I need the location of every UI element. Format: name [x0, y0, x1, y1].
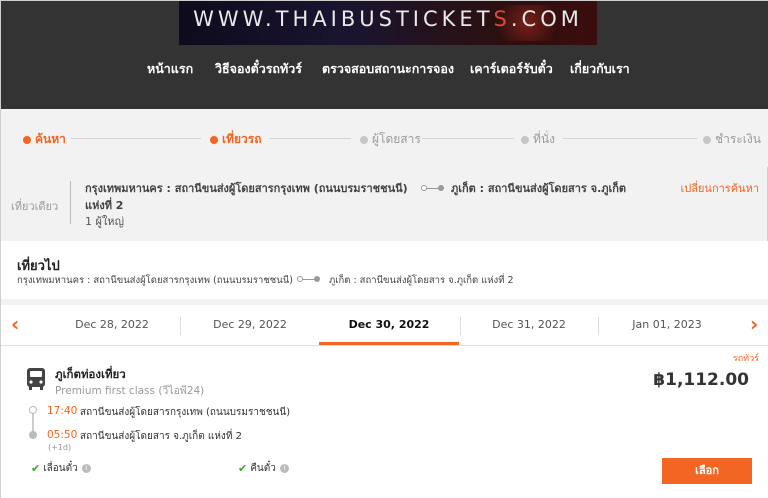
nav-home[interactable]: หน้าแรก	[147, 59, 193, 79]
step-dot	[521, 135, 529, 144]
arrive-time: 05:50	[47, 429, 78, 441]
step-payment: ชำระเงิน	[703, 130, 761, 149]
route-connector-icon	[297, 276, 321, 282]
date-tab[interactable]: Dec 28, 2022	[43, 305, 181, 345]
info-icon[interactable]: i	[81, 464, 91, 473]
date-tab-selected[interactable]: Dec 30, 2022	[320, 305, 458, 345]
summary-divider	[70, 181, 71, 224]
trip-type: เที่ยวเดียว	[11, 200, 59, 213]
check-icon: ✔	[238, 462, 248, 475]
bus-icon	[27, 368, 45, 390]
info-icon[interactable]: i	[279, 464, 289, 473]
feature-reschedule: ✔ เลื่อนตั๋ว i	[31, 461, 91, 476]
outbound-to: ภูเก็ต : สถานีขนส่งผู้โดยสาร จ.ภูเก็ต แห…	[329, 275, 514, 286]
route-connector-icon	[421, 185, 444, 191]
date-tab[interactable]: Jan 01, 2023	[598, 305, 736, 345]
tour-bus-tag: รถทัวร์	[732, 354, 759, 364]
site-logo[interactable]: WWW.THAIBUSTICKETS.COM	[179, 1, 597, 45]
arrive-stop: สถานีขนส่งผู้โดยสาร จ.ภูเก็ต แห่งที่ 2	[80, 431, 242, 442]
arrive-dot-icon	[29, 431, 37, 439]
date-tab[interactable]: Dec 31, 2022	[460, 305, 598, 345]
step-connector	[71, 138, 201, 139]
step-connector	[269, 138, 351, 139]
step-connector	[422, 138, 514, 139]
date-tab[interactable]: Dec 29, 2022	[181, 305, 319, 345]
summary-to: ภูเก็ต : สถานีขนส่งผู้โดยสาร จ.ภูเก็ต	[451, 182, 627, 195]
depart-time: 17:40	[47, 405, 78, 417]
summary-from: กรุงเทพมหานคร : สถานีขนส่งผู้โดยสารกรุงเ…	[85, 182, 408, 195]
bus-class: Premium first class (วีไอพี24)	[55, 385, 205, 397]
depart-stop: สถานีขนส่งผู้โดยสารกรุงเทพ (ถนนบรมราชชนน…	[80, 407, 291, 418]
trip-price: ฿1,112.00	[653, 370, 749, 390]
logo-text: WWW.THAIBUSTICKETS.COM	[193, 7, 583, 31]
step-dot	[703, 135, 711, 144]
depart-dot-icon	[29, 406, 37, 414]
nav-ticket-counter[interactable]: เคาร์เตอร์รับตั๋ว	[470, 59, 553, 79]
select-trip-button[interactable]: เลือก	[662, 458, 752, 484]
step-seats: ที่นั่ง	[521, 130, 555, 149]
nav-check-booking[interactable]: ตรวจสอบสถานะการจอง	[322, 59, 454, 79]
feature-refund: ✔ คืนตั๋ว i	[238, 461, 289, 476]
nav-about[interactable]: เกี่ยวกับเรา	[570, 59, 630, 79]
check-icon: ✔	[31, 462, 41, 475]
site-header: WWW.THAIBUSTICKETS.COM หน้าแรก วิธีจองตั…	[1, 1, 768, 109]
step-search: ค้นหา	[23, 130, 66, 149]
change-search-link[interactable]: เปลี่ยนการค้นหา	[681, 179, 760, 197]
step-trips: เที่ยวรถ	[210, 130, 262, 149]
prev-date-chevron-icon[interactable]: ‹	[11, 314, 19, 334]
step-passengers: ผู้โดยสาร	[360, 130, 421, 149]
step-dot	[210, 135, 218, 144]
main-nav: หน้าแรก วิธีจองตั๋วรถทัวร์ ตรวจสอบสถานะก…	[1, 59, 768, 79]
passenger-count: 1 ผู้ใหญ่	[85, 215, 124, 228]
step-dot	[23, 135, 31, 144]
step-dot	[360, 135, 368, 144]
next-date-chevron-icon[interactable]: ›	[750, 314, 758, 334]
next-day-label: (+1d)	[48, 443, 72, 452]
step-connector	[563, 138, 697, 139]
outbound-from: กรุงเทพมหานคร : สถานีขนส่งผู้โดยสารกรุงเ…	[17, 275, 293, 286]
nav-how-to-book[interactable]: วิธีจองตั๋วรถทัวร์	[215, 59, 302, 79]
